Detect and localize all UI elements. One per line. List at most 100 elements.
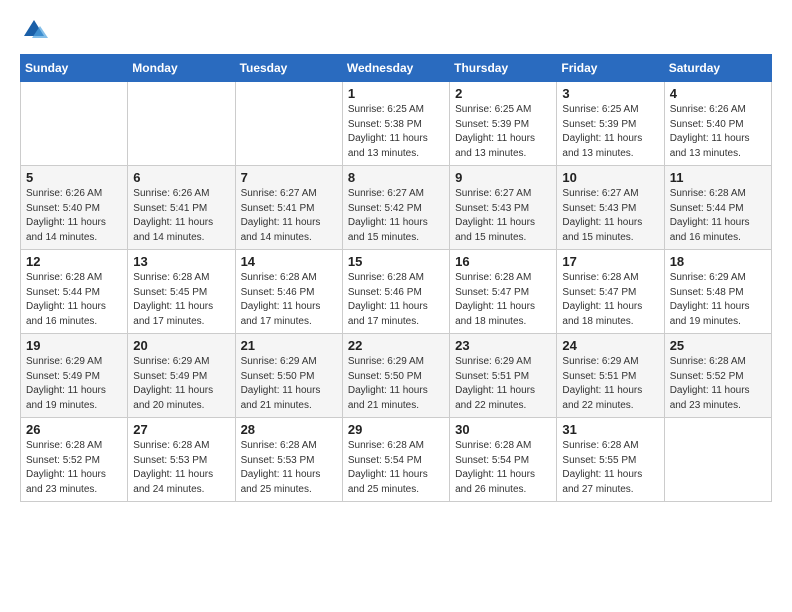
day-number: 8: [348, 170, 444, 185]
day-info: Sunrise: 6:27 AM Sunset: 5:43 PM Dayligh…: [455, 187, 551, 245]
day-number: 29: [348, 422, 444, 437]
calendar-week-row: 19 Sunrise: 6:29 AM Sunset: 5:49 PM Dayli…: [21, 334, 772, 418]
calendar-cell: 10 Sunrise: 6:27 AM Sunset: 5:43 PM Dayli…: [557, 166, 664, 250]
calendar-cell: 22Sunrise: 6:29 AM Sunset: 5:50 PM Dayli…: [342, 334, 449, 418]
day-info: Sunrise: 6:28 AM Sunset: 5:54 PM Dayligh…: [455, 439, 551, 497]
calendar-cell: 26Sunrise: 6:28 AM Sunset: 5:52 PM Dayli…: [21, 418, 128, 502]
day-number: 31: [562, 422, 658, 437]
day-info: Sunrise: 6:29 AM Sunset: 5:51 PM Dayligh…: [455, 355, 551, 413]
weekday-header-friday: Friday: [557, 55, 664, 82]
day-number: 14: [241, 254, 337, 269]
day-number: 4: [670, 86, 766, 101]
day-number: 18: [670, 254, 766, 269]
calendar-cell: 19 Sunrise: 6:29 AM Sunset: 5:49 PM Dayli…: [21, 334, 128, 418]
day-number: 6: [133, 170, 229, 185]
calendar-week-row: 1 Sunrise: 6:25 AM Sunset: 5:38 PM Daylig…: [21, 82, 772, 166]
day-number: 20: [133, 338, 229, 353]
calendar-cell: 4 Sunrise: 6:26 AM Sunset: 5:40 PM Daylig…: [664, 82, 771, 166]
day-info: Sunrise: 6:26 AM Sunset: 5:41 PM Dayligh…: [133, 187, 229, 245]
calendar-cell: [235, 82, 342, 166]
page: SundayMondayTuesdayWednesdayThursdayFrid…: [0, 0, 792, 518]
calendar-cell: 1 Sunrise: 6:25 AM Sunset: 5:38 PM Daylig…: [342, 82, 449, 166]
calendar-cell: [128, 82, 235, 166]
day-info: Sunrise: 6:28 AM Sunset: 5:47 PM Dayligh…: [455, 271, 551, 329]
day-number: 1: [348, 86, 444, 101]
day-number: 27: [133, 422, 229, 437]
day-info: Sunrise: 6:28 AM Sunset: 5:54 PM Dayligh…: [348, 439, 444, 497]
day-info: Sunrise: 6:28 AM Sunset: 5:44 PM Dayligh…: [670, 187, 766, 245]
calendar-week-row: 26Sunrise: 6:28 AM Sunset: 5:52 PM Dayli…: [21, 418, 772, 502]
weekday-header-row: SundayMondayTuesdayWednesdayThursdayFrid…: [21, 55, 772, 82]
calendar-week-row: 5 Sunrise: 6:26 AM Sunset: 5:40 PM Daylig…: [21, 166, 772, 250]
day-number: 7: [241, 170, 337, 185]
calendar-cell: 5 Sunrise: 6:26 AM Sunset: 5:40 PM Daylig…: [21, 166, 128, 250]
calendar-cell: 30 Sunrise: 6:28 AM Sunset: 5:54 PM Dayli…: [450, 418, 557, 502]
day-number: 5: [26, 170, 122, 185]
calendar-cell: 11 Sunrise: 6:28 AM Sunset: 5:44 PM Dayli…: [664, 166, 771, 250]
calendar-cell: 27 Sunrise: 6:28 AM Sunset: 5:53 PM Dayli…: [128, 418, 235, 502]
day-info: Sunrise: 6:26 AM Sunset: 5:40 PM Dayligh…: [670, 103, 766, 161]
day-number: 13: [133, 254, 229, 269]
calendar-cell: 17 Sunrise: 6:28 AM Sunset: 5:47 PM Dayli…: [557, 250, 664, 334]
day-info: Sunrise: 6:25 AM Sunset: 5:39 PM Dayligh…: [562, 103, 658, 161]
day-info: Sunrise: 6:29 AM Sunset: 5:48 PM Dayligh…: [670, 271, 766, 329]
calendar-cell: 28 Sunrise: 6:28 AM Sunset: 5:53 PM Dayli…: [235, 418, 342, 502]
day-info: Sunrise: 6:28 AM Sunset: 5:45 PM Dayligh…: [133, 271, 229, 329]
day-info: Sunrise: 6:26 AM Sunset: 5:40 PM Dayligh…: [26, 187, 122, 245]
day-number: 30: [455, 422, 551, 437]
day-number: 9: [455, 170, 551, 185]
calendar-table: SundayMondayTuesdayWednesdayThursdayFrid…: [20, 54, 772, 502]
weekday-header-sunday: Sunday: [21, 55, 128, 82]
day-info: Sunrise: 6:28 AM Sunset: 5:52 PM Dayligh…: [670, 355, 766, 413]
day-info: Sunrise: 6:29 AM Sunset: 5:49 PM Dayligh…: [133, 355, 229, 413]
day-number: 19: [26, 338, 122, 353]
calendar-cell: [21, 82, 128, 166]
calendar-cell: 12 Sunrise: 6:28 AM Sunset: 5:44 PM Dayli…: [21, 250, 128, 334]
calendar-cell: 21 Sunrise: 6:29 AM Sunset: 5:50 PM Dayli…: [235, 334, 342, 418]
header: [20, 16, 772, 44]
day-info: Sunrise: 6:28 AM Sunset: 5:44 PM Dayligh…: [26, 271, 122, 329]
day-number: 11: [670, 170, 766, 185]
calendar-cell: 3 Sunrise: 6:25 AM Sunset: 5:39 PM Daylig…: [557, 82, 664, 166]
calendar-cell: 25 Sunrise: 6:28 AM Sunset: 5:52 PM Dayli…: [664, 334, 771, 418]
day-number: 2: [455, 86, 551, 101]
calendar-cell: 6 Sunrise: 6:26 AM Sunset: 5:41 PM Daylig…: [128, 166, 235, 250]
calendar-cell: 13 Sunrise: 6:28 AM Sunset: 5:45 PM Dayli…: [128, 250, 235, 334]
day-number: 28: [241, 422, 337, 437]
calendar-cell: 7 Sunrise: 6:27 AM Sunset: 5:41 PM Daylig…: [235, 166, 342, 250]
day-number: 16: [455, 254, 551, 269]
day-number: 23: [455, 338, 551, 353]
day-info: Sunrise: 6:28 AM Sunset: 5:53 PM Dayligh…: [241, 439, 337, 497]
calendar-cell: 14 Sunrise: 6:28 AM Sunset: 5:46 PM Dayli…: [235, 250, 342, 334]
calendar-cell: 15 Sunrise: 6:28 AM Sunset: 5:46 PM Dayli…: [342, 250, 449, 334]
day-number: 17: [562, 254, 658, 269]
day-number: 25: [670, 338, 766, 353]
weekday-header-thursday: Thursday: [450, 55, 557, 82]
day-number: 21: [241, 338, 337, 353]
calendar-cell: 29 Sunrise: 6:28 AM Sunset: 5:54 PM Dayli…: [342, 418, 449, 502]
day-number: 10: [562, 170, 658, 185]
day-info: Sunrise: 6:28 AM Sunset: 5:46 PM Dayligh…: [241, 271, 337, 329]
day-info: Sunrise: 6:28 AM Sunset: 5:53 PM Dayligh…: [133, 439, 229, 497]
day-info: Sunrise: 6:25 AM Sunset: 5:39 PM Dayligh…: [455, 103, 551, 161]
weekday-header-saturday: Saturday: [664, 55, 771, 82]
day-number: 15: [348, 254, 444, 269]
calendar-cell: [664, 418, 771, 502]
day-info: Sunrise: 6:28 AM Sunset: 5:52 PM Dayligh…: [26, 439, 122, 497]
day-info: Sunrise: 6:28 AM Sunset: 5:47 PM Dayligh…: [562, 271, 658, 329]
day-info: Sunrise: 6:27 AM Sunset: 5:43 PM Dayligh…: [562, 187, 658, 245]
logo: [20, 16, 52, 44]
day-info: Sunrise: 6:29 AM Sunset: 5:50 PM Dayligh…: [241, 355, 337, 413]
calendar-cell: 2 Sunrise: 6:25 AM Sunset: 5:39 PM Daylig…: [450, 82, 557, 166]
day-info: Sunrise: 6:28 AM Sunset: 5:46 PM Dayligh…: [348, 271, 444, 329]
day-number: 12: [26, 254, 122, 269]
calendar-cell: 31 Sunrise: 6:28 AM Sunset: 5:55 PM Dayli…: [557, 418, 664, 502]
day-number: 3: [562, 86, 658, 101]
calendar-cell: 20 Sunrise: 6:29 AM Sunset: 5:49 PM Dayli…: [128, 334, 235, 418]
day-info: Sunrise: 6:25 AM Sunset: 5:38 PM Dayligh…: [348, 103, 444, 161]
calendar-week-row: 12 Sunrise: 6:28 AM Sunset: 5:44 PM Dayli…: [21, 250, 772, 334]
day-info: Sunrise: 6:29 AM Sunset: 5:49 PM Dayligh…: [26, 355, 122, 413]
day-info: Sunrise: 6:27 AM Sunset: 5:41 PM Dayligh…: [241, 187, 337, 245]
day-info: Sunrise: 6:28 AM Sunset: 5:55 PM Dayligh…: [562, 439, 658, 497]
day-number: 24: [562, 338, 658, 353]
